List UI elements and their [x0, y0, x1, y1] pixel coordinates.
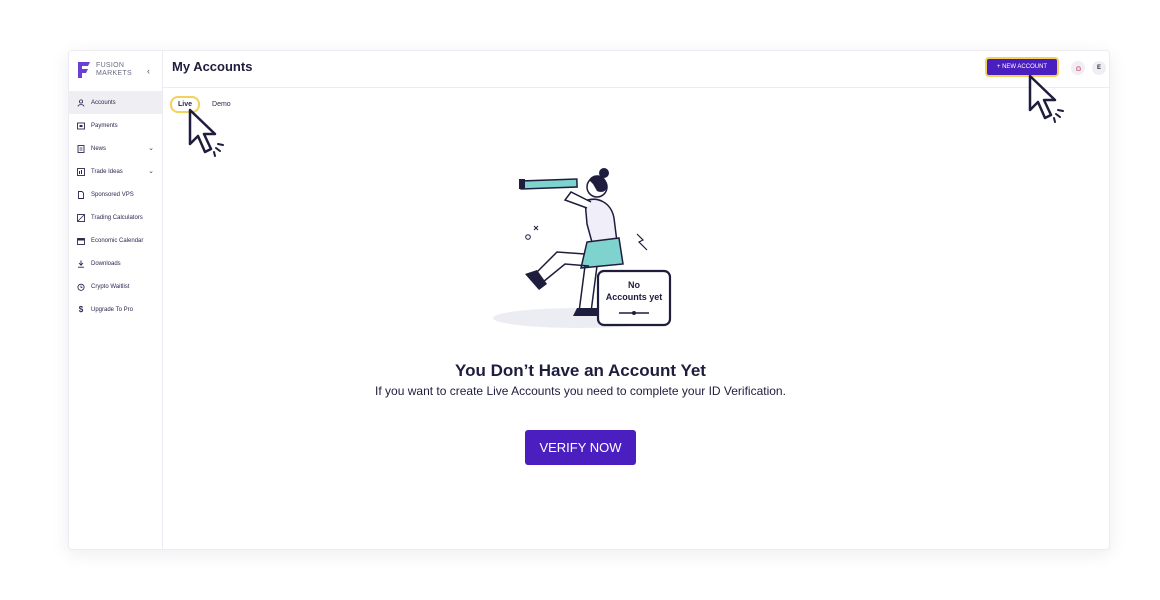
chevron-down-icon[interactable]: ⌄ — [148, 144, 154, 152]
sidebar-item-upgrade-to-pro[interactable]: $ Upgrade To Pro — [69, 298, 162, 321]
verify-now-button[interactable]: VERIFY NOW — [525, 430, 636, 465]
sidebar-item-label: Accounts — [91, 99, 116, 106]
pointer-cursor-icon — [1028, 74, 1064, 123]
brand-name-line2: MARKETS — [96, 70, 132, 77]
document-icon — [77, 190, 85, 199]
sidebar-item-trade-ideas[interactable]: Trade Ideas ⌄ — [69, 160, 162, 183]
sidebar-nav: Accounts Payments News ⌄ Trade Ideas ⌄ S… — [69, 91, 162, 321]
sidebar-item-label: Crypto Waitlist — [91, 283, 130, 290]
empty-state-illustration: No Accounts yet — [493, 168, 672, 328]
sidebar-item-sponsored-vps[interactable]: Sponsored VPS — [69, 183, 162, 206]
no-accounts-bubble-line1: No — [628, 280, 640, 290]
dollar-icon: $ — [78, 305, 84, 314]
sidebar-item-trading-calculators[interactable]: Trading Calculators — [69, 206, 162, 229]
notification-button[interactable] — [1071, 61, 1085, 75]
user-avatar[interactable]: E — [1092, 61, 1106, 75]
news-icon — [77, 144, 85, 153]
sidebar-item-payments[interactable]: Payments — [69, 114, 162, 137]
sidebar-item-label: Economic Calendar — [91, 237, 144, 244]
tab-demo[interactable]: Demo — [212, 101, 231, 108]
pointer-cursor-icon — [188, 108, 224, 157]
bell-icon — [1075, 65, 1081, 71]
sidebar-item-downloads[interactable]: Downloads — [69, 252, 162, 275]
brand-name-line1: FUSION — [96, 62, 125, 69]
download-icon — [77, 260, 85, 268]
sidebar-item-label: Payments — [91, 122, 118, 129]
sidebar-item-crypto-waitlist[interactable]: Crypto Waitlist — [69, 275, 162, 298]
calendar-icon — [77, 237, 85, 245]
empty-state-subtitle: If you want to create Live Accounts you … — [375, 384, 786, 398]
chevron-down-icon[interactable]: ⌄ — [148, 167, 154, 175]
fusion-logo-icon — [78, 62, 90, 78]
sidebar-item-label: Upgrade To Pro — [91, 306, 133, 313]
brand-name: FUSION MARKETS — [96, 62, 132, 78]
sidebar-item-label: Trading Calculators — [91, 214, 143, 221]
calculator-icon — [77, 213, 85, 222]
user-icon — [77, 98, 85, 107]
chart-icon — [77, 167, 85, 176]
sidebar-item-label: Sponsored VPS — [91, 191, 134, 198]
top-bar: My Accounts + NEW ACCOUNT E — [163, 51, 1109, 88]
main-content: My Accounts + NEW ACCOUNT E Live Demo No… — [163, 51, 1109, 549]
sidebar-item-economic-calendar[interactable]: Economic Calendar — [69, 229, 162, 252]
page-title: My Accounts — [172, 59, 253, 74]
empty-state-title: You Don’t Have an Account Yet — [455, 361, 706, 380]
clock-icon — [77, 283, 85, 291]
brand-logo[interactable]: FUSION MARKETS — [76, 60, 132, 80]
sidebar-item-accounts[interactable]: Accounts — [69, 91, 162, 114]
no-accounts-bubble-line2: Accounts yet — [606, 292, 663, 302]
sidebar-item-label: Downloads — [91, 260, 121, 267]
wallet-icon — [77, 122, 85, 130]
collapse-sidebar-button[interactable]: ‹ — [147, 66, 150, 76]
sidebar-item-label: Trade Ideas — [91, 168, 123, 175]
sidebar-item-label: News — [91, 145, 107, 152]
sidebar: FUSION MARKETS ‹ Accounts Payments News … — [69, 51, 163, 549]
sidebar-item-news[interactable]: News ⌄ — [69, 137, 162, 160]
